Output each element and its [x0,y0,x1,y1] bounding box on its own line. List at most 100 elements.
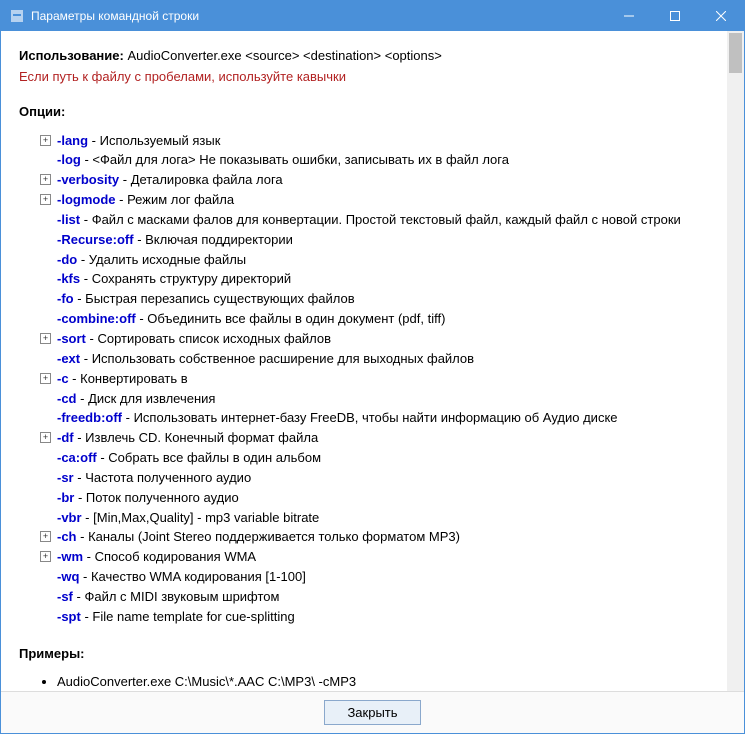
option-description: Собрать все файлы в один альбом [108,450,321,465]
expand-icon[interactable]: + [40,373,51,384]
option-name: -kfs [57,271,80,286]
footer: Закрыть [1,691,744,733]
option-name: -cd [57,391,77,406]
option-row: -Recurse:off - Включая поддиректории [57,231,709,250]
option-row: +-df - Извлечь CD. Конечный формат файла [57,429,709,448]
options-list: +-lang - Используемый язык-log - <Файл д… [19,132,709,627]
option-row: -log - <Файл для лога> Не показывать оши… [57,151,709,170]
option-row: +-wm - Способ кодирования WMA [57,548,709,567]
option-row: -kfs - Сохранять структуру директорий [57,270,709,289]
option-description: Используемый язык [100,133,221,148]
option-description: Извлечь CD. Конечный формат файла [85,430,318,445]
option-description: Каналы (Joint Stereo поддерживается толь… [88,529,460,544]
option-row: -spt - File name template for cue-splitt… [57,608,709,627]
option-row: -combine:off - Объединить все файлы в од… [57,310,709,329]
expand-icon[interactable]: + [40,432,51,443]
usage-label: Использование: [19,48,124,63]
window-controls [606,1,744,31]
option-description: Использовать интернет-базу FreeDB, чтобы… [134,410,618,425]
option-name: -list [57,212,80,227]
option-description: Включая поддиректории [145,232,293,247]
option-description: Быстрая перезапись существующих файлов [85,291,355,306]
option-row: -sf - Файл с MIDI звуковым шрифтом [57,588,709,607]
option-name: -c [57,371,69,386]
app-icon [9,8,25,24]
option-name: -sort [57,331,86,346]
option-name: -vbr [57,510,82,525]
option-description: Объединить все файлы в один документ (pd… [147,311,445,326]
close-button[interactable] [698,1,744,31]
option-row: -cd - Диск для извлечения [57,390,709,409]
expand-icon[interactable]: + [40,174,51,185]
vertical-scrollbar[interactable] [727,31,744,691]
option-name: -spt [57,609,81,624]
option-row: -sr - Частота полученного аудио [57,469,709,488]
option-name: -lang [57,133,88,148]
option-name: -ca [57,450,76,465]
example-item: AudioConverter.exe C:\Music\*.AAC C:\MP3… [57,673,709,691]
option-name: -logmode [57,192,116,207]
option-name: -sr [57,470,74,485]
option-name: -Recurse [57,232,113,247]
expand-icon[interactable]: + [40,194,51,205]
option-name: -fo [57,291,74,306]
option-row: +-lang - Используемый язык [57,132,709,151]
examples-heading: Примеры: [19,645,709,664]
option-name: -freedb [57,410,101,425]
option-description: Использовать собственное расширение для … [92,351,474,366]
option-row: -fo - Быстрая перезапись существующих фа… [57,290,709,309]
scrollbar-thumb[interactable] [729,33,742,73]
option-description: Деталировка файла лога [131,172,283,187]
option-description: Качество WMA кодирования [1-100] [91,569,306,584]
option-row: -list - Файл с масками фалов для конверт… [57,211,709,230]
option-description: Способ кодирования WMA [95,549,257,564]
option-description: Диск для извлечения [88,391,215,406]
option-name: -do [57,252,77,267]
expand-icon[interactable]: + [40,333,51,344]
option-description: File name template for cue-splitting [92,609,294,624]
expand-icon[interactable]: + [40,531,51,542]
close-dialog-button[interactable]: Закрыть [324,700,420,725]
option-description: <Файл для лога> Не показывать ошибки, за… [92,152,509,167]
option-row: +-logmode - Режим лог файла [57,191,709,210]
option-row: +-c - Конвертировать в [57,370,709,389]
option-name: -log [57,152,81,167]
options-heading: Опции: [19,103,709,122]
window-title: Параметры командной строки [31,9,606,23]
expand-icon[interactable]: + [40,551,51,562]
option-description: Сохранять структуру директорий [92,271,291,286]
option-row: -freedb:off - Использовать интернет-базу… [57,409,709,428]
usage-warning: Если путь к файлу с пробелами, используй… [19,68,709,87]
option-name: -df [57,430,74,445]
option-description: Удалить исходные файлы [89,252,246,267]
option-name: -ext [57,351,80,366]
option-description: Поток полученного аудио [86,490,239,505]
option-row: +-ch - Каналы (Joint Stereo поддерживает… [57,528,709,547]
usage-text: AudioConverter.exe <source> <destination… [127,48,441,63]
example-command: AudioConverter.exe C:\Music\*.AAC C:\MP3… [57,673,709,691]
option-row: +-sort - Сортировать список исходных фай… [57,330,709,349]
option-description: Сортировать список исходных файлов [97,331,331,346]
option-suffix: :off [115,311,136,326]
option-row: -vbr - [Min,Max,Quality] - mp3 variable … [57,509,709,528]
option-name: -verbosity [57,172,119,187]
option-row: -ca:off - Собрать все файлы в один альбо… [57,449,709,468]
option-name: -combine [57,311,115,326]
maximize-button[interactable] [652,1,698,31]
option-name: -wq [57,569,79,584]
option-row: -do - Удалить исходные файлы [57,251,709,270]
option-row: +-verbosity - Деталировка файла лога [57,171,709,190]
option-row: -br - Поток полученного аудио [57,489,709,508]
option-suffix: :off [113,232,134,247]
option-description: Файл с MIDI звуковым шрифтом [84,589,279,604]
minimize-button[interactable] [606,1,652,31]
option-description: Конвертировать в [80,371,188,386]
option-description: Режим лог файла [127,192,234,207]
option-description: Файл с масками фалов для конвертации. Пр… [92,212,681,227]
expand-icon[interactable]: + [40,135,51,146]
option-name: -wm [57,549,83,564]
option-suffix: :off [76,450,97,465]
option-name: -ch [57,529,77,544]
option-name: -br [57,490,74,505]
titlebar: Параметры командной строки [1,1,744,31]
